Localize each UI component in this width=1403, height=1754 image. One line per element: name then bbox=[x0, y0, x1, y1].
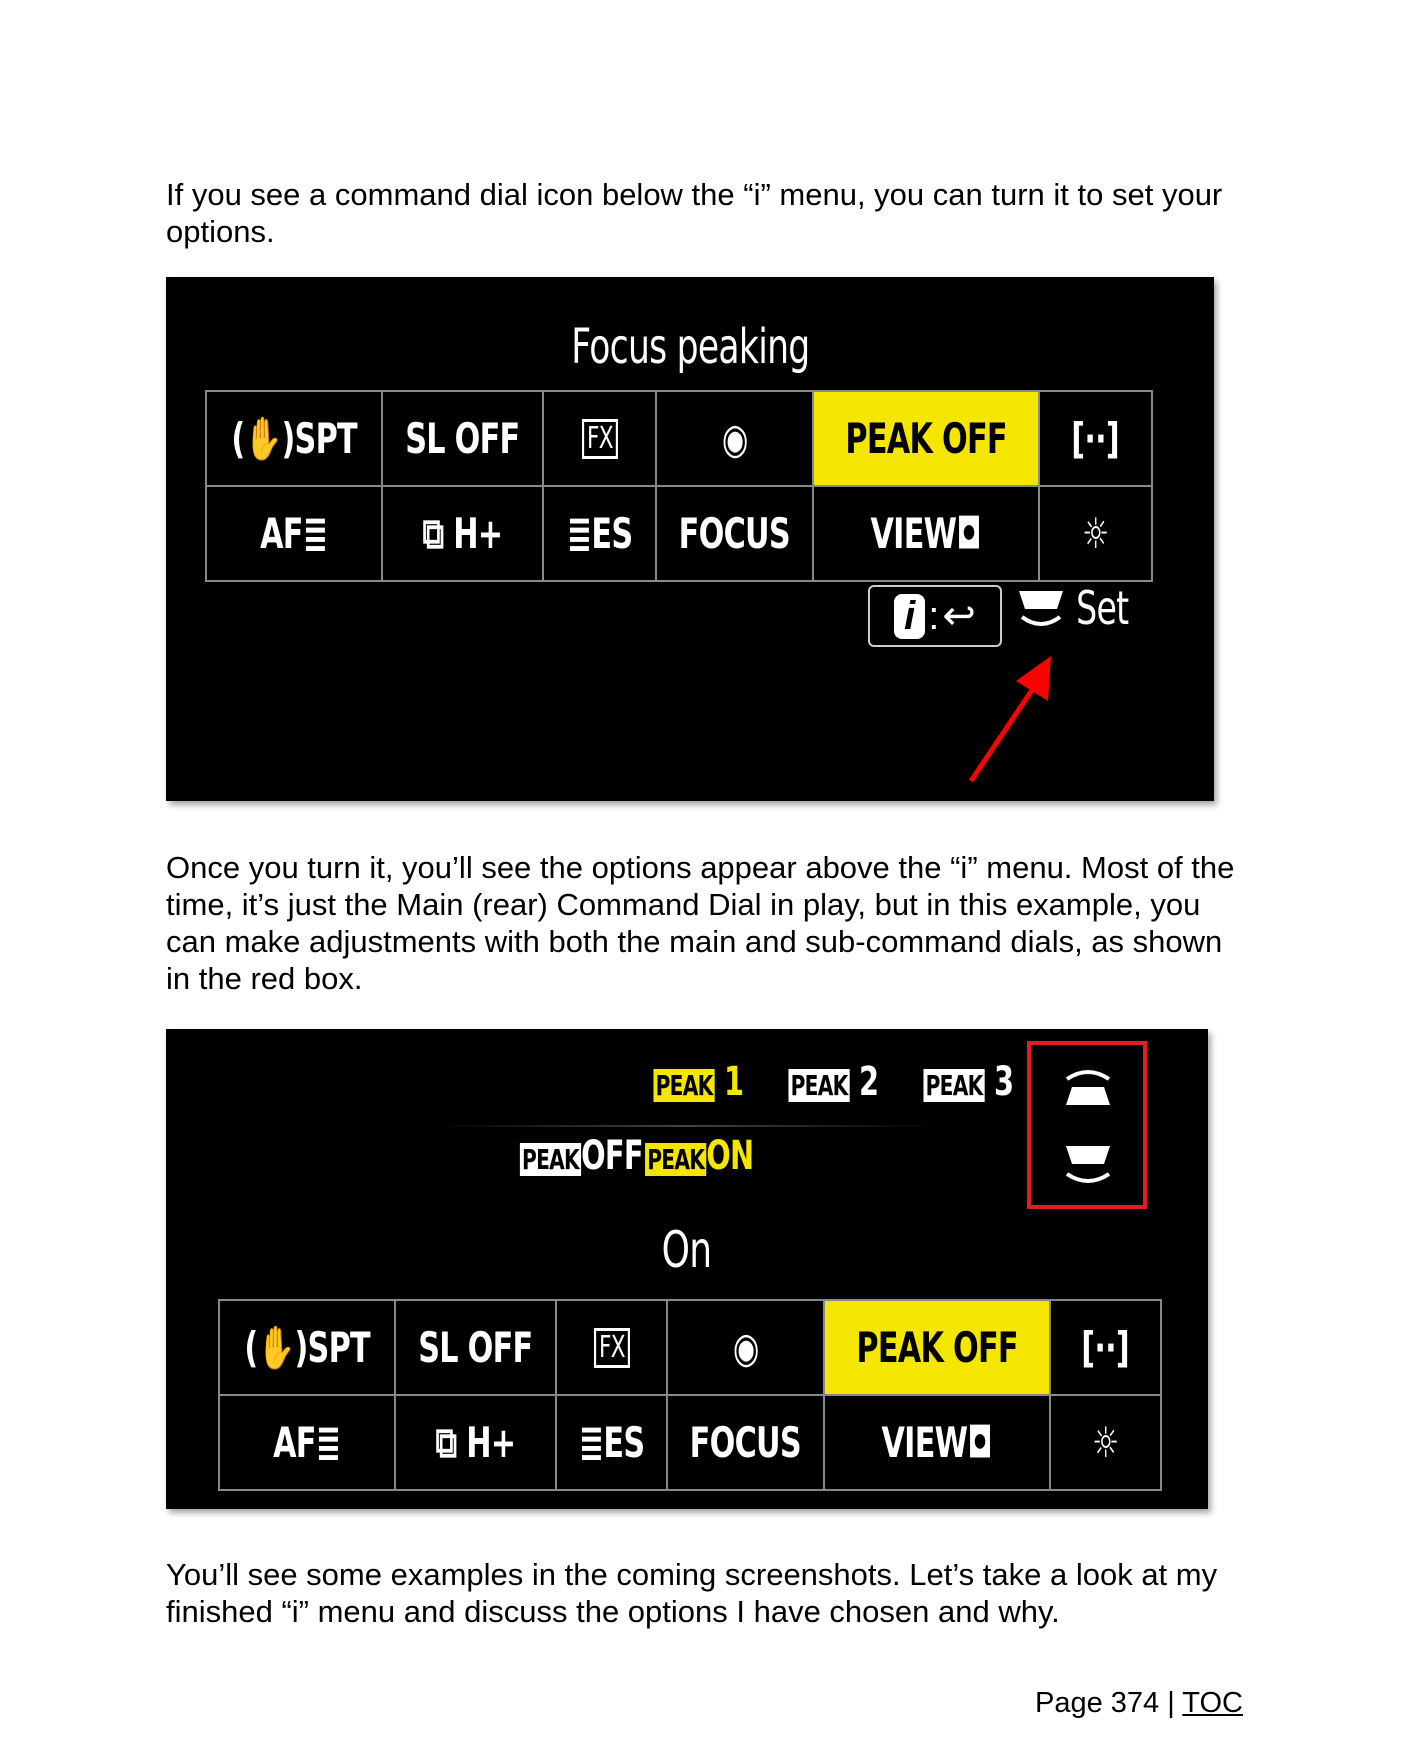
camera-screen-peaking-options: PEAK 1 PEAK 2 PEAK 3 PEAKOFF PEAKON On (… bbox=[166, 1029, 1208, 1509]
paragraph-2: Once you turn it, you’ll see the options… bbox=[166, 850, 1235, 996]
menu-item-af-mode[interactable]: AF≣ bbox=[207, 487, 382, 580]
menu-item-brightness[interactable]: ☼ bbox=[1039, 487, 1151, 580]
i-menu-grid-2: (✋)SPT SL OFF FX ◉ PEAK OFF [··] AF≣ ⧉ H… bbox=[218, 1299, 1162, 1491]
menu-item-metering[interactable]: ◉ bbox=[657, 392, 812, 485]
sub-command-dial-icon bbox=[1065, 1070, 1111, 1105]
menu-item-release-mode[interactable]: ⧉ H+ bbox=[396, 1396, 556, 1489]
menu-item-view[interactable]: VIEW◘ bbox=[824, 1396, 1049, 1489]
peak-on-option[interactable]: PEAKON bbox=[624, 1133, 775, 1179]
menu-item-vr[interactable]: (✋)SPT bbox=[207, 392, 382, 485]
current-value: On bbox=[662, 1221, 712, 1279]
menu-item-image-area[interactable]: FX bbox=[557, 1301, 667, 1394]
menu-item-focus[interactable]: FOCUS bbox=[657, 487, 812, 580]
menu-item-view[interactable]: VIEW◘ bbox=[813, 487, 1038, 580]
menu-item-peaking-selected[interactable]: PEAK OFF bbox=[813, 392, 1038, 485]
menu-item-af-mode[interactable]: AF≣ bbox=[220, 1396, 395, 1489]
menu-item-peaking-selected[interactable]: PEAK OFF bbox=[824, 1301, 1049, 1394]
dial-set-hint: Set bbox=[1016, 581, 1139, 635]
menu-item-image-area[interactable]: FX bbox=[544, 392, 656, 485]
page-footer: Page 374 | TOC bbox=[1035, 1687, 1243, 1720]
back-hint: i : ↩ bbox=[868, 585, 1002, 647]
paragraph-1: If you see a command dial icon below the… bbox=[166, 177, 1223, 249]
red-box-dials bbox=[1027, 1041, 1147, 1209]
divider bbox=[436, 1125, 936, 1127]
main-command-dial-icon bbox=[1065, 1146, 1111, 1183]
page-number: Page 374 | bbox=[1034, 1687, 1175, 1719]
menu-item-focus[interactable]: FOCUS bbox=[668, 1396, 823, 1489]
red-arrow bbox=[968, 656, 1051, 783]
screen-title: Focus peaking bbox=[570, 319, 810, 375]
paragraph-3: You’ll see some examples in the coming s… bbox=[166, 1557, 1218, 1629]
menu-item-af-area[interactable]: [··] bbox=[1050, 1301, 1160, 1394]
menu-item-metering[interactable]: ◉ bbox=[668, 1301, 823, 1394]
back-icon: ↩ bbox=[942, 594, 976, 638]
i-menu-grid: (✋)SPT SL OFF FX ◉ PEAK OFF [··] AF≣ ⧉ H… bbox=[205, 390, 1153, 582]
camera-screen-focus-peaking: Focus peaking (✋)SPT SL OFF FX ◉ PEAK OF… bbox=[166, 277, 1214, 801]
toc-link[interactable]: TOC bbox=[1182, 1687, 1243, 1719]
menu-item-shutter-type[interactable]: ≣ES bbox=[544, 487, 656, 580]
command-dial-icon bbox=[1019, 591, 1063, 626]
peak-level-1[interactable]: PEAK 1 bbox=[636, 1059, 761, 1105]
menu-item-release-mode[interactable]: ⧉ H+ bbox=[383, 487, 543, 580]
menu-item-shutter-type[interactable]: ≣ES bbox=[557, 1396, 667, 1489]
menu-item-vr[interactable]: (✋)SPT bbox=[220, 1301, 395, 1394]
menu-item-af-area[interactable]: [··] bbox=[1039, 392, 1151, 485]
menu-item-silent[interactable]: SL OFF bbox=[396, 1301, 556, 1394]
peak-level-2[interactable]: PEAK 2 bbox=[771, 1059, 896, 1105]
menu-item-brightness[interactable]: ☼ bbox=[1050, 1396, 1160, 1489]
peak-level-3[interactable]: PEAK 3 bbox=[906, 1059, 1031, 1105]
i-button-icon: i bbox=[894, 593, 926, 639]
menu-item-silent[interactable]: SL OFF bbox=[383, 392, 543, 485]
